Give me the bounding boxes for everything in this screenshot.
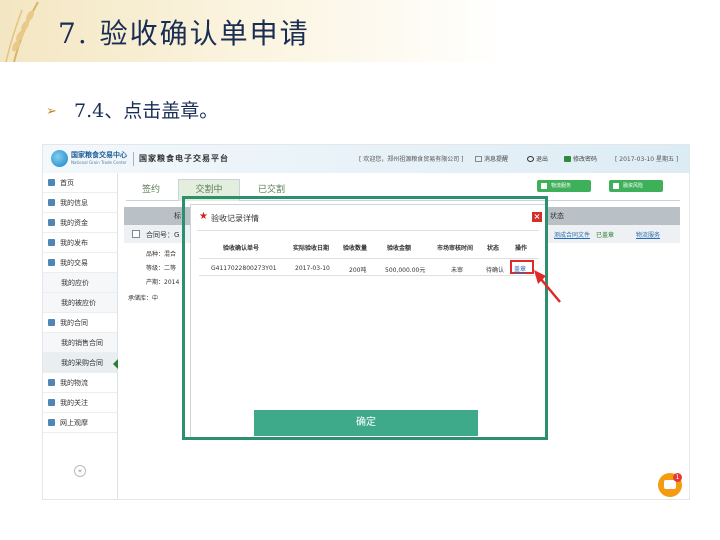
publish-icon xyxy=(48,239,55,246)
info-production: 产期：2014 xyxy=(146,279,180,286)
sidebar-item-trade[interactable]: 我的交易 xyxy=(43,253,117,273)
chat-button[interactable]: 1 xyxy=(658,473,682,497)
sidebar-item-contracts[interactable]: 我的合同 xyxy=(43,313,117,333)
contract-number: 合同号：G xyxy=(146,231,180,239)
change-password-link[interactable]: 修改密码 xyxy=(564,154,597,163)
pointer-arrow-icon xyxy=(534,270,561,303)
finance-risk-button[interactable]: 融资风险 xyxy=(609,180,663,192)
logo-icon xyxy=(51,150,68,167)
current-date: [ 2017-03-10 星期五 ] xyxy=(615,156,679,163)
sidebar-item-bids-received[interactable]: 我的被应价 xyxy=(43,293,117,313)
grid-icon xyxy=(541,183,547,189)
logout-link[interactable]: 退出 xyxy=(527,154,548,163)
slide-title: 7. 验收确认单申请 xyxy=(58,17,310,50)
column-header-status: 状态 xyxy=(550,212,564,220)
tab-signing[interactable]: 签约 xyxy=(142,182,160,195)
contract-icon xyxy=(48,319,55,326)
power-icon xyxy=(527,156,534,162)
logistics-icon xyxy=(48,379,55,386)
contract-file-link[interactable]: 测成合同文件 xyxy=(554,230,590,239)
bullet-arrow-icon: ➢ xyxy=(46,104,57,119)
sidebar-item-home[interactable]: 首页 xyxy=(43,173,117,193)
collapse-sidebar-button[interactable]: « xyxy=(74,465,86,477)
logistics-link[interactable]: 物流服务 xyxy=(636,230,660,239)
platform-name: 国家粮食电子交易平台 xyxy=(139,154,229,163)
heart-icon xyxy=(48,399,55,406)
grid-icon xyxy=(613,183,619,189)
sidebar-item-info[interactable]: 我的信息 xyxy=(43,193,117,213)
sidebar-item-publish[interactable]: 我的发布 xyxy=(43,233,117,253)
welcome-text: [ 欢迎您，郑州祖源粮食贸易有限公司 ] xyxy=(359,156,464,163)
highlight-frame xyxy=(182,196,548,440)
lock-icon xyxy=(564,156,571,162)
logistics-service-button[interactable]: 物流服务 xyxy=(537,180,591,192)
tab-delivered[interactable]: 已交割 xyxy=(258,182,285,195)
home-icon xyxy=(48,179,55,186)
slide-header: 7. 验收确认单申请 xyxy=(0,0,720,62)
row-status: 已盖章 xyxy=(596,232,615,239)
row-checkbox[interactable] xyxy=(132,230,140,238)
logout-label: 退出 xyxy=(536,156,549,163)
wheat-decoration-icon xyxy=(5,1,39,62)
sidebar-item-funds[interactable]: 我的资金 xyxy=(43,213,117,233)
sidebar-item-my-bids[interactable]: 我的应价 xyxy=(43,273,117,293)
eye-icon xyxy=(48,419,55,426)
sidebar-item-favorites[interactable]: 我的关注 xyxy=(43,393,117,413)
app-top-bar: 国家粮食交易中心 National Grain Trade Center 国家粮… xyxy=(43,145,689,174)
message-label: 消息提醒 xyxy=(484,156,509,163)
chart-icon xyxy=(48,219,55,226)
slide-subtitle: 7.4、点击盖章。 xyxy=(74,100,219,122)
logo-name: 国家粮食交易中心 xyxy=(71,151,127,159)
user-icon xyxy=(48,199,55,206)
info-grade: 等级：二等 xyxy=(146,265,177,272)
sidebar-item-observe[interactable]: 网上观摩 xyxy=(43,413,117,433)
change-password-label: 修改密码 xyxy=(573,156,598,163)
mail-icon xyxy=(475,156,482,162)
trade-icon xyxy=(48,259,55,266)
sidebar-item-sales-contracts[interactable]: 我的销售合同 xyxy=(43,333,117,353)
sidebar: 首页 我的信息 我的资金 我的发布 我的交易 我的应价 我的被应价 我的合同 我… xyxy=(43,173,118,499)
sidebar-item-logistics[interactable]: 我的物流 xyxy=(43,373,117,393)
info-warehouse: 承储库：中 xyxy=(128,295,159,302)
divider xyxy=(133,152,134,166)
notification-badge: 1 xyxy=(673,473,682,482)
logo-english: National Grain Trade Center xyxy=(71,160,127,165)
column-header: 标 xyxy=(174,212,181,220)
info-variety: 品种：混合 xyxy=(146,251,177,258)
message-link[interactable]: 消息提醒 xyxy=(475,154,508,163)
sidebar-item-purchase-contracts[interactable]: 我的采购合同 xyxy=(43,353,118,373)
